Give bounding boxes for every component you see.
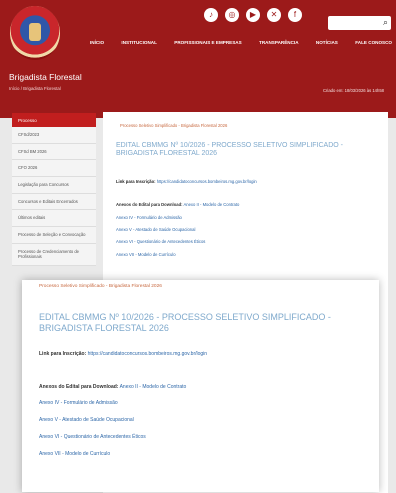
nav-profissionais[interactable]: PROFISSIONAIS E EMPRESAS (174, 40, 241, 45)
facebook-icon[interactable]: f (288, 8, 302, 22)
annex-link[interactable]: Anexo IV - Formulário de Admissão (116, 215, 182, 220)
inscription-row: Link para Inscrição: https://candidatoco… (116, 179, 257, 184)
annex-link[interactable]: Anexo IV - Formulário de Admissão (39, 400, 118, 406)
annex-label: Anexos do Edital para Download: (116, 202, 183, 207)
social-links: ♪ ◎ ▶ ✕ f (204, 8, 302, 22)
inscription-row: Link para Inscrição: https://candidatoco… (39, 351, 207, 357)
annex-header: Anexos do Edital para Download: Anexo II… (116, 202, 239, 207)
annex-link[interactable]: Anexo II - Modelo de Contrato (120, 384, 187, 390)
sidebar-item[interactable]: CFO 2026 (12, 160, 96, 178)
sidebar-item[interactable]: Processo de Credenciamento de Profission… (12, 243, 96, 267)
sidebar-item-active[interactable]: Processo (12, 113, 96, 127)
search-input[interactable]: ⌕ (328, 16, 391, 30)
inscription-label: Link para Inscrição: (116, 179, 156, 184)
sidebar-item[interactable]: Legislação para Concursos (12, 177, 96, 194)
main-nav: INÍCIO INSTITUCIONAL PROFISSIONAIS E EMP… (90, 40, 392, 45)
sidebar-item[interactable]: Concursos e Editais Encerrados (12, 193, 96, 211)
zoomed-content-panel: Processo Seletivo Simplificado - Brigadi… (22, 280, 379, 492)
inscription-link[interactable]: https://candidatoconcursos.bombeiros.mg.… (157, 179, 257, 184)
site-header: ♪ ◎ ▶ ✕ f ⌕ INÍCIO INSTITUCIONAL PROFISS… (0, 0, 396, 118)
sidebar-item[interactable]: Processo de Seleção e Convocação (12, 227, 96, 244)
inscription-label: Link para Inscrição: (39, 351, 87, 357)
nav-inicio[interactable]: INÍCIO (90, 40, 104, 45)
sidebar-item[interactable]: Últimos editais (12, 210, 96, 228)
annex-link[interactable]: Anexo VI - Questionário de Antecedentes … (39, 434, 146, 440)
inscription-link[interactable]: https://candidatoconcursos.bombeiros.mg.… (88, 351, 207, 357)
x-icon[interactable]: ✕ (267, 8, 281, 22)
sidebar: Processo CFSd/2023 CFSd BM 2026 CFO 2026… (12, 113, 96, 267)
cbmmg-logo[interactable] (10, 6, 60, 60)
instagram-icon[interactable]: ◎ (225, 8, 239, 22)
search-icon[interactable]: ⌕ (383, 17, 388, 28)
tiktok-icon[interactable]: ♪ (204, 8, 218, 22)
nav-institucional[interactable]: INSTITUCIONAL (121, 40, 156, 45)
sidebar-item[interactable]: CFSd BM 2026 (12, 143, 96, 161)
page-title: Brigadista Florestal (9, 72, 82, 82)
sidebar-item[interactable]: CFSd/2023 (12, 127, 96, 144)
nav-fale-conosco[interactable]: FALE CONOSCO (355, 40, 392, 45)
breadcrumb[interactable]: Início / Brigadista Florestal (9, 86, 61, 91)
annex-label: Anexos do Edital para Download: (39, 384, 119, 390)
content-breadcrumb: Processo Seletivo Simplificado - Brigadi… (39, 284, 162, 289)
content-breadcrumb: Processo Seletivo Simplificado - Brigadi… (120, 123, 228, 128)
annex-link[interactable]: Anexo II - Modelo de Contrato (183, 202, 239, 207)
nav-transparencia[interactable]: TRANSPARÊNCIA (259, 40, 298, 45)
edital-title: EDITAL CBMMG Nº 10/2026 - PROCESSO SELET… (116, 142, 344, 158)
annex-link[interactable]: Anexo V - Atestado de Saúde Ocupacional (39, 417, 134, 423)
nav-noticias[interactable]: NOTÍCIAS (316, 40, 338, 45)
edital-title: EDITAL CBMMG Nº 10/2026 - PROCESSO SELET… (39, 312, 331, 333)
created-timestamp: Criado em: 18/03/2026 às 14h58 (323, 88, 384, 93)
annex-link[interactable]: Anexo VII - Modelo de Currículo (116, 252, 176, 257)
annex-link[interactable]: Anexo VI - Questionário de Antecedentes … (116, 239, 205, 244)
annex-header: Anexos do Edital para Download: Anexo II… (39, 384, 186, 390)
youtube-icon[interactable]: ▶ (246, 8, 260, 22)
logo-emblem (29, 23, 41, 41)
annex-link[interactable]: Anexo V - Atestado de Saúde Ocupacional (116, 227, 195, 232)
annex-link[interactable]: Anexo VII - Modelo de Currículo (39, 451, 110, 457)
